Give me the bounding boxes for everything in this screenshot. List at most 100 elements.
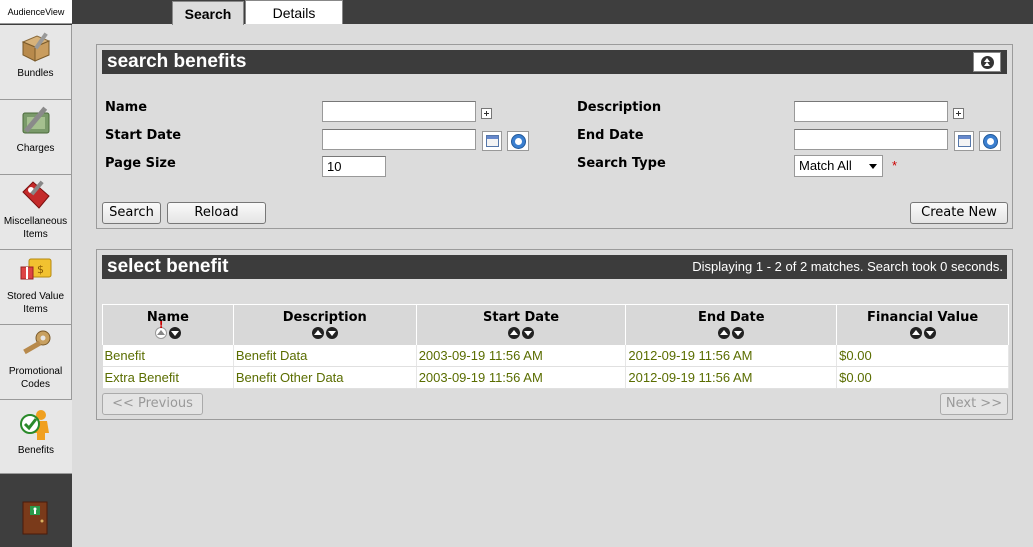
sort-descending-icon[interactable] [732, 327, 745, 339]
sort-active-mark: ! [158, 320, 164, 331]
sort-ascending-icon[interactable] [909, 327, 922, 339]
benefit-person-icon [20, 410, 49, 440]
search-type-select[interactable]: Match All [794, 155, 883, 177]
cell-financial-value[interactable]: $0.00 [836, 366, 1009, 389]
sort-controls [417, 327, 626, 339]
chevron-down-icon [869, 164, 877, 169]
sidebar-item-miscellaneous-items[interactable]: Miscellaneous Items [0, 175, 72, 250]
sort-ascending-icon[interactable] [311, 327, 324, 339]
sort-ascending-icon[interactable]: ! [154, 320, 167, 339]
previous-page-button[interactable]: << Previous [102, 393, 203, 415]
select-panel-header: select benefit Displaying 1 - 2 of 2 mat… [102, 255, 1007, 279]
cell-start-date[interactable]: 2003-09-19 11:56 AM [416, 344, 627, 367]
search-button[interactable]: Search [102, 202, 161, 224]
cell-description[interactable]: Benefit Other Data [233, 366, 417, 389]
page-size-label: Page Size [105, 156, 176, 171]
end-date-label: End Date [577, 128, 644, 143]
sidebar-item-label: Stored Value Items [6, 291, 65, 315]
key-icon [22, 330, 50, 355]
sort-descending-icon[interactable] [168, 327, 181, 339]
column-label: Start Date [483, 310, 560, 325]
sort-descending-icon[interactable] [325, 327, 338, 339]
tab-search[interactable]: Search [172, 1, 244, 25]
end-date-input[interactable] [794, 129, 948, 150]
select-panel-title: select benefit [107, 256, 229, 277]
clock-icon[interactable] [507, 131, 529, 151]
start-date-label: Start Date [105, 128, 182, 143]
sort-descending-icon[interactable] [522, 327, 535, 339]
description-input[interactable] [794, 101, 948, 122]
cell-end-date[interactable]: 2012-09-19 11:56 AM [625, 344, 838, 367]
calendar-icon[interactable] [954, 131, 974, 151]
table-row[interactable]: Extra Benefit Benefit Other Data 2003-09… [102, 366, 1009, 389]
column-label: Name [146, 310, 189, 325]
sidebar-item-stored-value-items[interactable]: $ Stored Value Items [0, 250, 72, 325]
wrench-icon [22, 106, 49, 134]
add-criteria-icon[interactable] [953, 108, 964, 119]
description-label: Description [577, 100, 662, 115]
tag-icon [21, 180, 50, 209]
cell-end-date[interactable]: 2012-09-19 11:56 AM [625, 366, 838, 389]
required-mark: * [892, 158, 898, 173]
table-header-row: Name ! Description Start Date End Date F… [102, 304, 1009, 345]
sidebar-item-charges[interactable]: Charges [0, 100, 72, 175]
gift-card-icon: $ [20, 258, 51, 280]
name-label: Name [105, 100, 148, 115]
sort-controls [626, 327, 836, 339]
search-panel-title: search benefits [107, 51, 247, 72]
sidebar-item-bundles[interactable]: Bundles [0, 25, 72, 100]
cell-name[interactable]: Benefit [102, 344, 234, 367]
sort-controls [234, 327, 416, 339]
select-benefit-panel: select benefit Displaying 1 - 2 of 2 mat… [96, 249, 1013, 420]
add-criteria-icon[interactable] [481, 108, 492, 119]
clock-icon[interactable] [979, 131, 1001, 151]
column-header-name[interactable]: Name ! [102, 304, 234, 345]
exit-door-icon[interactable] [22, 501, 48, 535]
sidebar-item-label: Promotional Codes [8, 366, 63, 390]
collapse-icon [981, 56, 994, 69]
svg-text:$: $ [37, 263, 44, 276]
column-label: Description [282, 310, 367, 325]
sidebar-item-label: Bundles [17, 68, 54, 79]
app-title: AudienceView [0, 0, 72, 24]
create-new-button[interactable]: Create New [910, 202, 1008, 224]
reload-button[interactable]: Reload [167, 202, 266, 224]
cell-name[interactable]: Extra Benefit [102, 366, 234, 389]
column-header-description[interactable]: Description [232, 304, 417, 345]
tab-bar: Search Details [72, 0, 1033, 25]
sidebar-item-benefits[interactable]: Benefits [0, 400, 72, 474]
cell-financial-value[interactable]: $0.00 [836, 344, 1009, 367]
column-header-financial-value[interactable]: Financial Value [836, 304, 1009, 345]
results-table: Name ! Description Start Date End Date F… [102, 304, 1009, 389]
sort-controls [837, 327, 1008, 339]
search-type-value: Match All [799, 158, 852, 173]
table-row[interactable]: Benefit Benefit Data 2003-09-19 11:56 AM… [102, 344, 1009, 367]
sidebar-item-label: Miscellaneous Items [3, 216, 68, 240]
column-label: Financial Value [866, 310, 979, 325]
start-date-input[interactable] [322, 129, 476, 150]
sort-controls: ! [103, 320, 233, 339]
search-benefits-panel: search benefits Name Start Date Page Siz… [96, 44, 1013, 229]
box-icon [21, 32, 50, 62]
sort-ascending-icon[interactable] [508, 327, 521, 339]
column-header-end-date[interactable]: End Date [625, 304, 838, 345]
cell-description[interactable]: Benefit Data [233, 344, 417, 367]
next-page-button[interactable]: Next >> [940, 393, 1008, 415]
tab-details[interactable]: Details [245, 0, 343, 24]
name-input[interactable] [322, 101, 476, 122]
search-type-label: Search Type [577, 156, 666, 171]
sidebar-item-label: Charges [16, 143, 55, 154]
sidebar: AudienceView Bundles Charges Miscellaneo… [0, 0, 72, 547]
page-size-input[interactable] [322, 156, 386, 177]
sidebar-item-label: Benefits [17, 445, 55, 456]
cell-start-date[interactable]: 2003-09-19 11:56 AM [416, 366, 627, 389]
sidebar-item-promotional-codes[interactable]: Promotional Codes [0, 325, 72, 400]
column-header-start-date[interactable]: Start Date [415, 304, 627, 345]
calendar-icon[interactable] [482, 131, 502, 151]
sort-ascending-icon[interactable] [718, 327, 731, 339]
sort-descending-icon[interactable] [923, 327, 936, 339]
column-label: End Date [698, 310, 765, 325]
search-panel-header: search benefits [102, 50, 1007, 74]
collapse-button[interactable] [973, 52, 1001, 72]
match-info: Displaying 1 - 2 of 2 matches. Search to… [692, 259, 1003, 274]
